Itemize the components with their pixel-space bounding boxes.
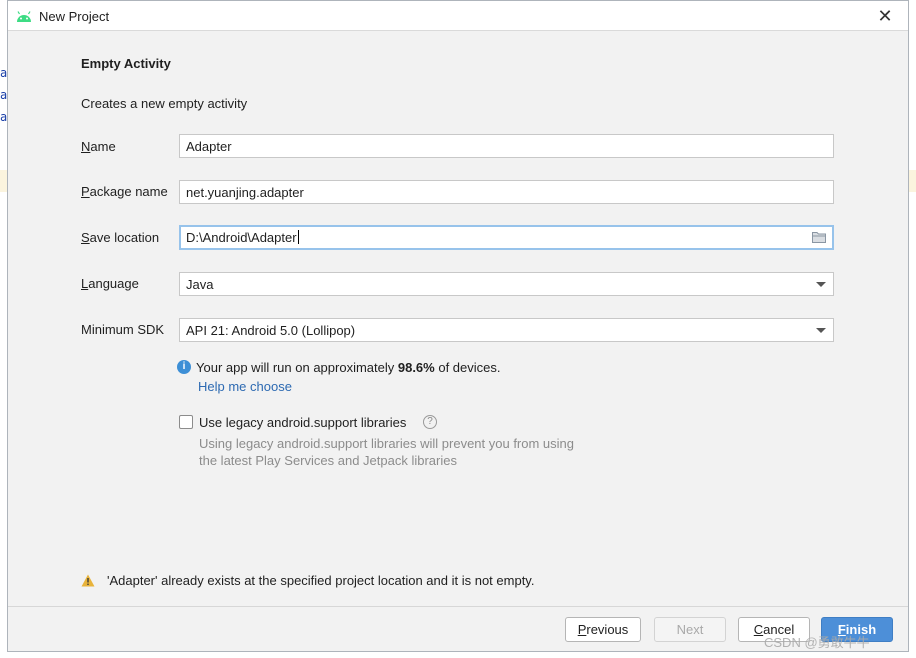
chevron-down-icon [816, 282, 826, 287]
device-coverage-text: Your app will run on approximately 98.6%… [196, 360, 501, 375]
save-location-label: Save location [81, 230, 160, 245]
close-button[interactable]: ✕ [876, 7, 894, 25]
template-description: Creates a new empty activity [81, 96, 248, 111]
language-label: Language [81, 276, 139, 291]
help-question-icon[interactable]: ? [423, 415, 437, 429]
language-value: Java [186, 277, 214, 292]
package-name-value: net.yuanjing.adapter [186, 185, 304, 200]
help-me-choose-link[interactable]: Help me choose [198, 379, 292, 394]
android-icon [17, 11, 31, 22]
legacy-support-label[interactable]: Use legacy android.support libraries [199, 415, 406, 430]
package-name-label: Package name [81, 184, 168, 199]
project-exists-warning: 'Adapter' already exists at the specifie… [107, 573, 535, 588]
minimum-sdk-label: Minimum SDK [81, 322, 165, 337]
info-icon: i [177, 360, 191, 374]
legacy-hint-line-2: the latest Play Services and Jetpack lib… [199, 453, 457, 468]
chevron-down-icon [816, 328, 826, 333]
name-value: Adapter [186, 139, 232, 154]
save-location-value: D:\Android\Adapter [186, 230, 297, 245]
legacy-hint-line-1: Using legacy android.support libraries w… [199, 436, 575, 451]
legacy-support-checkbox[interactable] [179, 415, 193, 429]
warning-icon [81, 574, 95, 587]
dialog-title: New Project [39, 9, 110, 24]
language-dropdown[interactable]: Java [179, 272, 834, 296]
text-caret [297, 230, 299, 244]
previous-button[interactable]: Previous [565, 617, 641, 642]
save-location-field[interactable]: D:\Android\Adapter [179, 225, 834, 250]
csdn-watermark: CSDN @勇敢牛牛 [764, 635, 870, 650]
device-coverage-percent: 98.6% [397, 360, 435, 375]
new-project-dialog: New Project ✕ Empty Activity Creates a n… [7, 0, 909, 652]
template-heading: Empty Activity [81, 56, 171, 71]
folder-icon[interactable] [812, 231, 826, 243]
name-label: Name [81, 139, 116, 154]
title-bar: New Project ✕ [8, 1, 908, 31]
package-name-field[interactable]: net.yuanjing.adapter [179, 180, 834, 204]
minimum-sdk-dropdown[interactable]: API 21: Android 5.0 (Lollipop) [179, 318, 834, 342]
minimum-sdk-value: API 21: Android 5.0 (Lollipop) [186, 323, 356, 338]
name-field[interactable]: Adapter [179, 134, 834, 158]
next-button[interactable]: Next [654, 617, 726, 642]
